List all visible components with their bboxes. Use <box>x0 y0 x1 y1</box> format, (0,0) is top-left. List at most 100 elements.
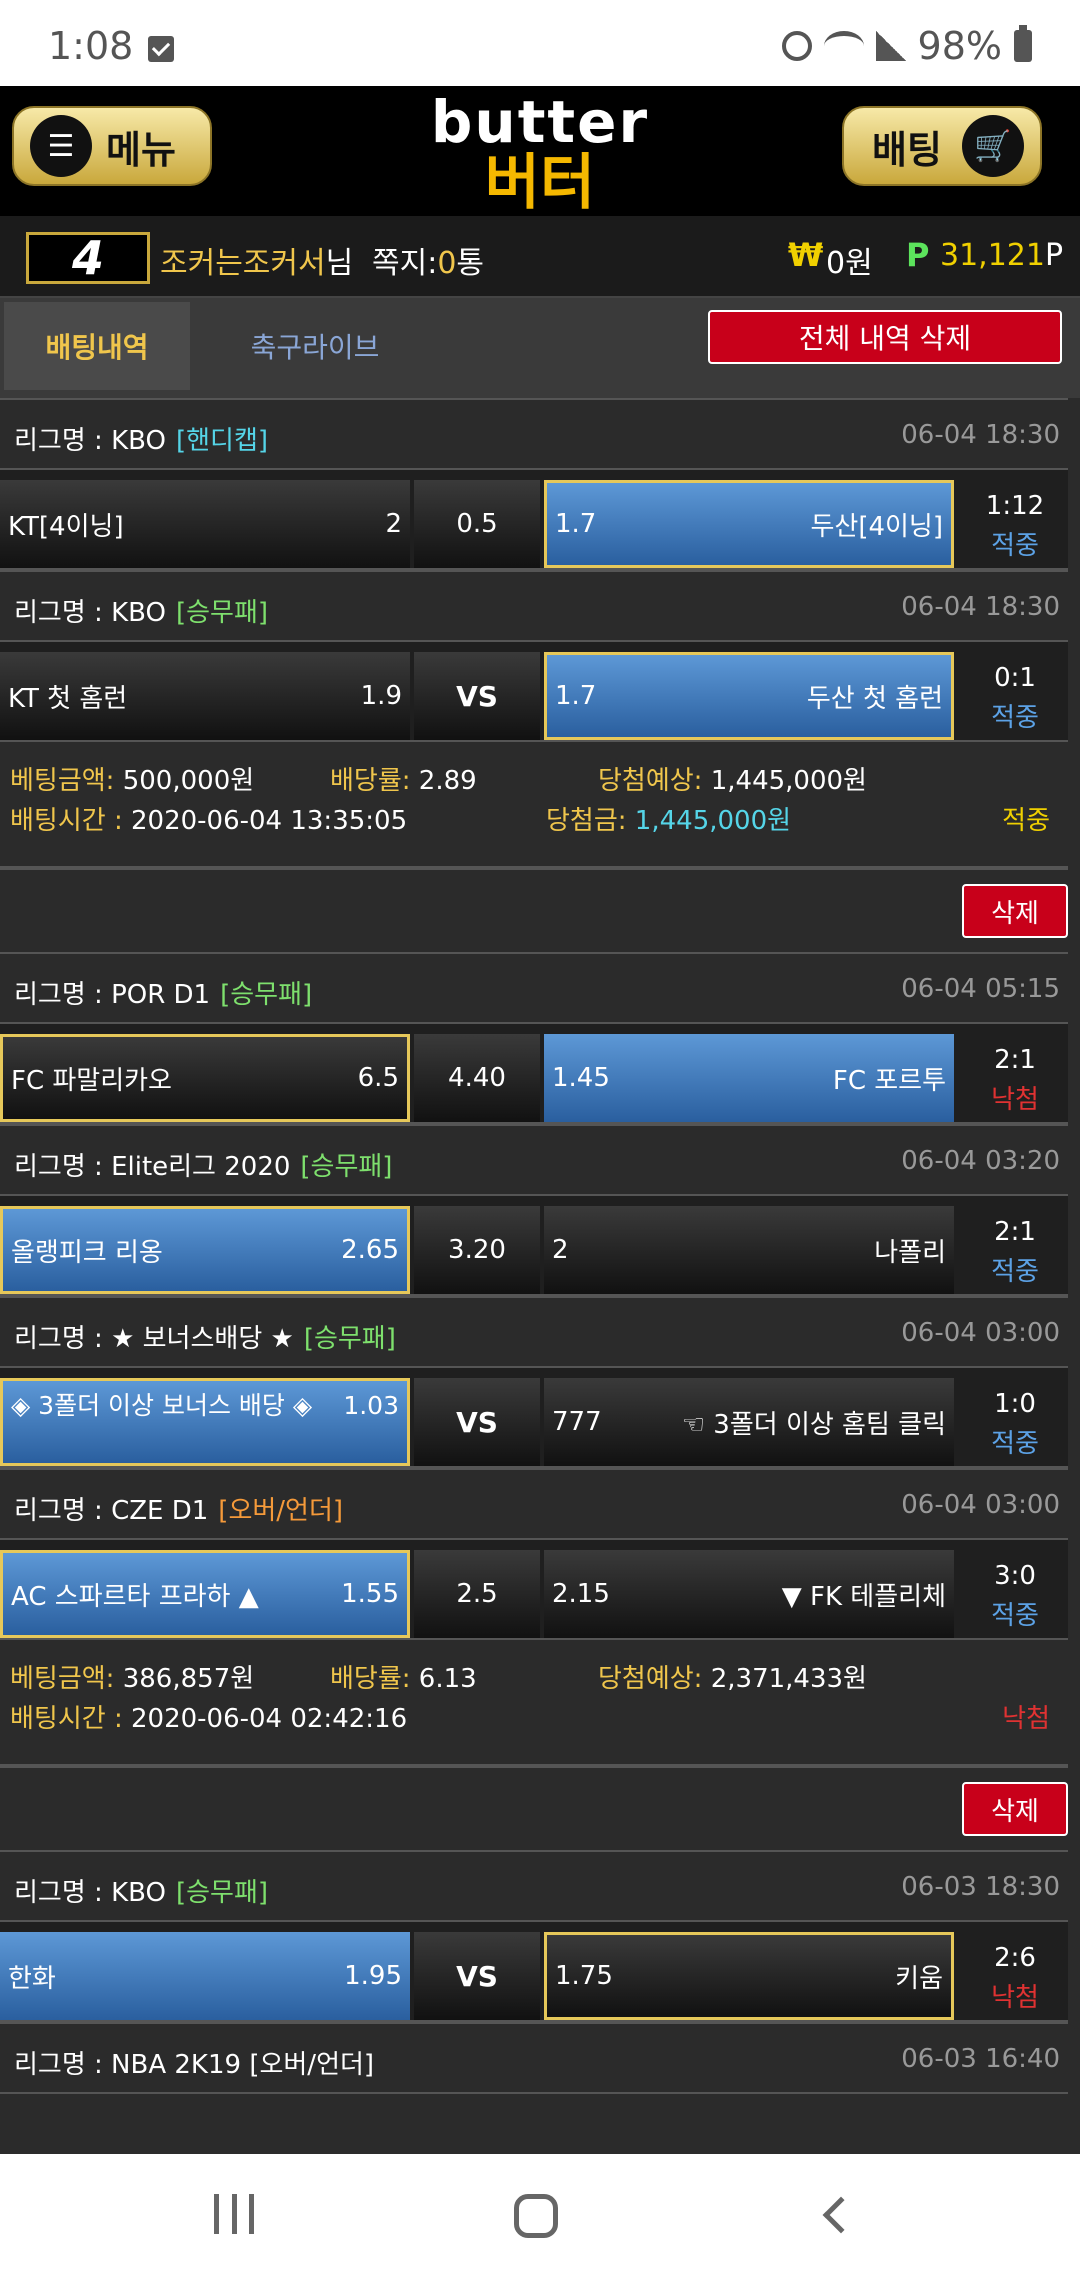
home-option-selected[interactable]: ◈ 3폴더 이상 보너스 배당 ◈ 1.03 <box>0 1378 410 1466</box>
match-time: 06-04 18:30 <box>901 420 1060 450</box>
match-row: KT 첫 홈런 1.9 VS 1.7 두산 첫 홈런 0:1 적중 <box>0 642 1068 742</box>
recents-icon[interactable] <box>214 2194 254 2234</box>
home-option-selected[interactable]: FC 파말리카오 6.5 <box>0 1034 410 1122</box>
away-option-selected[interactable]: 1.75 키움 <box>544 1932 954 2020</box>
match-result: 1:12 적중 <box>960 486 1070 566</box>
bet-time-value: 2020-06-04 13:35:05 <box>130 806 408 836</box>
cart-icon: 🛒 <box>961 115 1024 177</box>
expected-value: 2,371,433원 <box>710 1664 867 1694</box>
handicap-value: 0.5 <box>414 480 540 568</box>
away-option-selected[interactable]: 1.7 두산 첫 홈런 <box>544 652 954 740</box>
bet-type: [오버/언더] <box>218 1496 344 1526</box>
away-team: 두산 첫 홈런 <box>806 683 943 714</box>
match-time: 06-03 18:30 <box>901 1872 1060 1902</box>
odds-value: 2.89 <box>418 766 477 796</box>
slip-status: 낙첨 <box>1002 1704 1050 1734</box>
home-option[interactable]: 한화 1.95 <box>0 1932 410 2020</box>
away-team: ▼ FK 테플리체 <box>781 1581 946 1612</box>
home-odds: 2.65 <box>341 1235 399 1265</box>
league-header: 리그명 : KBO [승무패] 06-04 18:30 <box>0 570 1068 642</box>
away-odds: 2 <box>552 1235 569 1265</box>
tab-soccer-live[interactable]: 축구라이브 <box>210 302 420 390</box>
match-time: 06-03 16:40 <box>901 2044 1060 2074</box>
away-team: 나폴리 <box>874 1237 946 1268</box>
battery-percent: 98% <box>917 24 1002 68</box>
bet-type: [승무패] <box>300 1152 393 1182</box>
odds-label: 배당률: <box>330 1664 411 1694</box>
match-result: 0:1 적중 <box>960 658 1070 738</box>
draw-option[interactable]: 4.40 <box>414 1034 540 1122</box>
match-row: AC 스파르타 프라하 ▲ 1.55 2.5 2.15 ▼ FK 테플리체 3:0 적… <box>0 1540 1068 1640</box>
bet-type: [승무패] <box>175 1878 269 1908</box>
league-name: 리그명 : CZE D1 [오버/언더] <box>14 1490 343 1527</box>
result-status: 적중 <box>991 1601 1039 1631</box>
betting-cart-button[interactable]: 배팅 🛒 <box>842 106 1042 186</box>
delete-row: 삭제 <box>0 1764 1068 1850</box>
away-odds: 1.7 <box>555 509 597 539</box>
battery-icon <box>1014 25 1032 62</box>
draw-option[interactable]: 3.20 <box>414 1206 540 1294</box>
delete-all-button[interactable]: 전체 내역 삭제 <box>708 310 1062 364</box>
league-prefix: 리그명 : <box>14 980 112 1010</box>
home-odds: 6.5 <box>357 1063 399 1093</box>
home-icon[interactable] <box>514 2194 558 2238</box>
home-team: FC 파말리카오 <box>11 1065 172 1096</box>
league-value: KBO <box>111 1878 166 1908</box>
match-row: FC 파말리카오 6.5 4.40 1.45 FC 포르투 2:1 낙첨 <box>0 1024 1068 1124</box>
result-status: 낙첨 <box>991 1085 1039 1115</box>
away-option[interactable]: 1.45 FC 포르투 <box>544 1034 954 1122</box>
messages-link[interactable]: 쪽지:0통 <box>372 238 484 282</box>
level-badge: 4 <box>26 232 150 284</box>
delete-button[interactable]: 삭제 <box>962 884 1068 938</box>
home-option[interactable]: KT 첫 홈런 1.9 <box>0 652 410 740</box>
betting-history-list: 리그명 : KBO [핸디캡] 06-04 18:30 KT[4이닝] 2 0.5 … <box>0 398 1068 2094</box>
match-row: 한화 1.95 VS 1.75 키움 2:6 낙첨 <box>0 1922 1068 2022</box>
match-result: 1:0 적중 <box>960 1384 1070 1464</box>
messages-count: 0 <box>437 246 457 281</box>
home-option-selected[interactable]: AC 스파르타 프라하 ▲ 1.55 <box>0 1550 410 1638</box>
away-odds: 777 <box>552 1407 602 1437</box>
bet-summary: 베팅금액: 386,857원 배당률: 6.13 당첨예상: 2,371,433… <box>0 1640 1068 1764</box>
away-option[interactable]: 777 ☜ 3폴더 이상 홈팀 클릭 <box>544 1378 954 1466</box>
league-prefix: 리그명 : <box>14 1152 112 1182</box>
over-under-line: 2.5 <box>414 1550 540 1638</box>
messages-label: 쪽지: <box>372 246 438 281</box>
delete-row: 삭제 <box>0 866 1068 952</box>
league-name: 리그명 : KBO [승무패] <box>14 1872 268 1909</box>
away-option[interactable]: 2.15 ▼ FK 테플리체 <box>544 1550 954 1638</box>
won-icon: ₩ <box>788 236 824 274</box>
league-name: 리그명 : KBO [핸디캡] <box>14 420 268 457</box>
clock: 1:08 <box>48 24 134 68</box>
match-row: ◈ 3폴더 이상 보너스 배당 ◈ 1.03 VS 777 ☜ 3폴더 이상 홈팀 … <box>0 1368 1068 1468</box>
away-option[interactable]: 2 나폴리 <box>544 1206 954 1294</box>
home-option-selected[interactable]: 올랭피크 리옹 2.65 <box>0 1206 410 1294</box>
home-team: AC 스파르타 프라하 ▲ <box>11 1581 259 1612</box>
home-odds: 1.03 <box>343 1391 399 1420</box>
username[interactable]: 조커는조커서님 <box>160 238 353 282</box>
odds: 배당률: 6.13 <box>330 1658 477 1695</box>
away-odds: 1.45 <box>552 1063 610 1093</box>
league-value: ★ 보너스배당 ★ <box>111 1324 294 1354</box>
match-time: 06-04 03:00 <box>901 1490 1060 1520</box>
result-status: 적중 <box>991 1257 1039 1287</box>
match-result: 2:1 적중 <box>960 1212 1070 1292</box>
bet-amount-value: 500,000원 <box>122 766 255 796</box>
home-option[interactable]: KT[4이닝] 2 <box>0 480 410 568</box>
away-option-selected[interactable]: 1.7 두산[4이닝] <box>544 480 954 568</box>
bet-amount-label: 베팅금액: <box>10 1664 115 1694</box>
result-status: 적중 <box>991 1429 1039 1459</box>
tab-betting-history[interactable]: 배팅내역 <box>4 302 190 390</box>
home-team: 한화 <box>8 1963 56 1994</box>
match-result: 2:1 낙첨 <box>960 1040 1070 1120</box>
home-team: KT[4이닝] <box>8 511 124 542</box>
back-icon[interactable] <box>822 2196 860 2234</box>
league-header: 리그명 : Elite리그 2020 [승무패] 06-04 03:20 <box>0 1124 1068 1196</box>
match-time: 06-04 05:15 <box>901 974 1060 1004</box>
league-name: 리그명 : KBO [승무패] <box>14 592 268 629</box>
odds-value: 6.13 <box>418 1664 477 1694</box>
delete-button[interactable]: 삭제 <box>962 1782 1068 1836</box>
score: 1:12 <box>985 491 1045 521</box>
score: 2:6 <box>994 1943 1036 1973</box>
home-team: 올랭피크 리옹 <box>11 1237 163 1268</box>
league-prefix: 리그명 : <box>14 1878 112 1908</box>
